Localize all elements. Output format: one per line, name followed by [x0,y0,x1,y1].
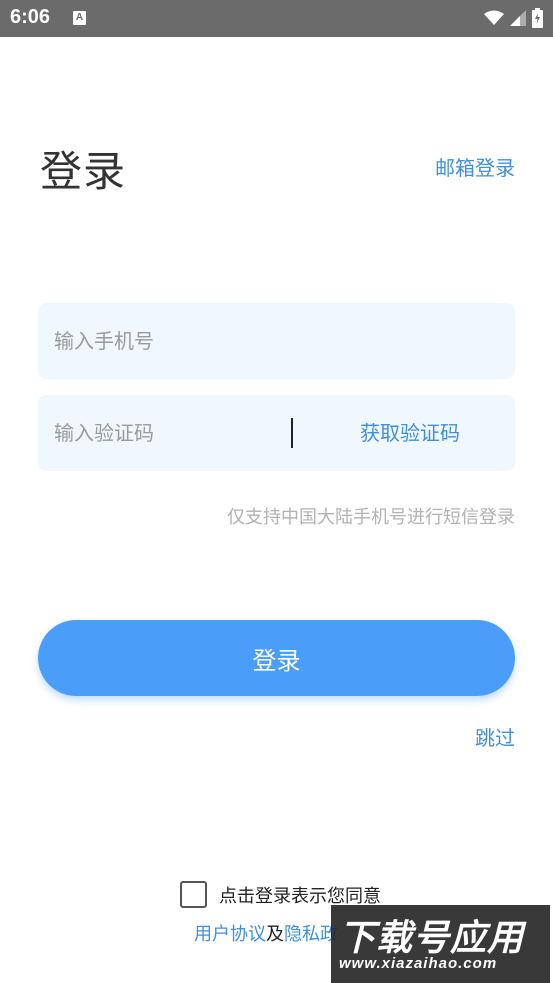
privacy-policy-link[interactable]: 隐私政 [284,924,338,945]
code-field[interactable]: 获取验证码 [38,395,515,471]
sms-hint-text: 仅支持中国大陆手机号进行短信登录 [227,507,515,528]
text-cursor [291,418,293,448]
watermark: 下载号应用 www.xiazaihao.com [331,905,550,983]
user-agreement-link[interactable]: 用户协议 [194,924,266,945]
code-input[interactable] [54,395,284,471]
notification-a-icon: A [73,11,86,25]
phone-field[interactable] [38,303,515,379]
agreement-checkbox[interactable] [180,881,207,908]
get-code-button[interactable]: 获取验证码 [360,395,460,471]
wifi-icon [484,10,504,25]
status-bar: 6:06 A [0,0,553,37]
battery-charging-icon [532,8,543,28]
page-title: 登录 [40,147,127,196]
login-button[interactable]: 登录 [38,620,515,696]
agreement-text: 点击登录表示您同意 [219,885,381,907]
conjunction-text: 及 [266,924,284,945]
status-time: 6:06 [10,6,51,28]
agreement-row: 点击登录表示您同意 [180,881,381,908]
cellular-signal-icon [510,10,526,26]
watermark-logo: 下载号应用 [339,918,525,959]
watermark-url: www.xiazaihao.com [339,955,498,972]
email-login-link[interactable]: 邮箱登录 [435,152,515,181]
phone-input[interactable] [54,303,284,379]
skip-link[interactable]: 跳过 [475,722,515,751]
terms-row: 用户协议及隐私政 [194,920,338,946]
status-icons [484,7,543,29]
